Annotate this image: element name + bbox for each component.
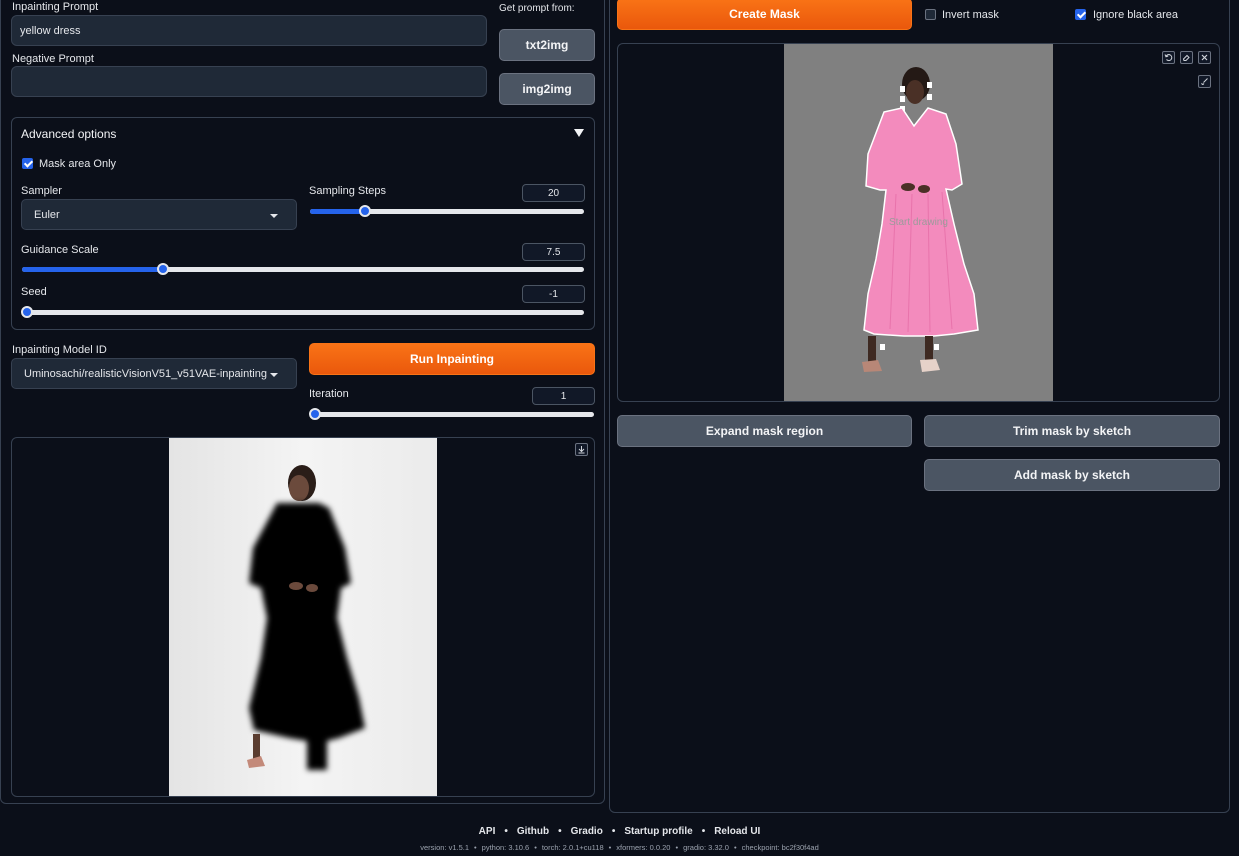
footer-link-gradio[interactable]: Gradio [571,826,603,837]
checkpoint-text: checkpoint: bc2f30f4ad [741,843,819,852]
sampling-steps-slider[interactable] [310,205,584,217]
add-mask-by-sketch-button[interactable]: Add mask by sketch [924,459,1220,491]
guidance-scale-number[interactable]: 7.5 [522,243,585,261]
inpainting-model-value: Uminosachi/realisticVisionV51_v51VAE-inp… [24,367,267,380]
img2img-button[interactable]: img2img [499,73,595,105]
ignore-black-area-checkbox[interactable] [1075,9,1086,20]
guidance-scale-slider[interactable] [22,263,584,275]
footer-links: API • Github • Gradio • Startup profile • Reload… [478,826,761,837]
close-icon[interactable] [1198,51,1211,64]
guidance-scale-thumb[interactable] [156,263,169,275]
iteration-slider[interactable] [309,408,594,420]
iteration-number[interactable]: 1 [532,387,595,405]
advanced-options-title: Advanced options [21,127,117,141]
undo-icon[interactable] [1162,51,1175,64]
seed-number[interactable]: -1 [522,285,585,303]
txt2img-button[interactable]: txt2img [499,29,595,61]
seed-slider[interactable] [21,306,584,318]
negative-prompt-input[interactable] [11,66,487,97]
eraser-icon[interactable] [1180,51,1193,64]
run-inpainting-button[interactable]: Run Inpainting [309,343,595,375]
footer-link-startup-profile[interactable]: Startup profile [624,826,692,837]
canvas-hint-text: Start drawing [889,217,948,228]
sampler-value: Euler [34,208,60,221]
sampling-steps-number[interactable]: 20 [522,184,585,202]
seed-thumb[interactable] [21,306,33,318]
sampling-steps-label: Sampling Steps [309,185,387,197]
footer-link-api[interactable]: API [479,826,496,837]
iteration-label: Iteration [309,388,349,400]
version-text: version: v1.5.1 [420,843,470,852]
mask-area-only-checkbox[interactable] [22,158,33,169]
sampler-dropdown[interactable]: Euler [21,199,297,230]
create-mask-button[interactable]: Create Mask [617,0,912,30]
guidance-scale-fill [22,267,163,272]
gradio-version-text: gradio: 3.32.0 [683,843,729,852]
collapse-triangle-icon[interactable] [574,129,584,137]
download-icon[interactable] [575,443,588,456]
inpainting-prompt-value: yellow dress [20,24,81,37]
seed-label: Seed [21,286,47,298]
footer-link-reload-ui[interactable]: Reload UI [714,826,760,837]
negative-prompt-label: Negative Prompt [12,53,94,65]
chevron-down-icon [270,372,278,377]
expand-mask-region-button[interactable]: Expand mask region [617,415,912,447]
inpainting-prompt-label: Inpainting Prompt [12,1,99,13]
inpainted-output-image [169,438,437,796]
mask-area-only-label: Mask area Only [39,158,117,170]
footer-link-github[interactable]: Github [517,826,549,837]
python-version-text: python: 3.10.6 [481,843,530,852]
iteration-thumb[interactable] [309,408,321,420]
sampler-label: Sampler [21,185,62,197]
invert-mask-checkbox[interactable] [925,9,936,20]
get-prompt-from-label: Get prompt from: [499,3,575,14]
footer-version-info: version: v1.5.1 • python: 3.10.6 • torch: 2.… [420,843,819,852]
ignore-black-area-label: Ignore black area [1093,9,1178,21]
guidance-scale-label: Guidance Scale [21,244,99,256]
inpainting-model-dropdown[interactable]: Uminosachi/realisticVisionV51_v51VAE-inp… [11,358,297,389]
brush-icon[interactable] [1198,75,1211,88]
xformers-version-text: xformers: 0.0.20 [616,843,671,852]
sampling-steps-thumb[interactable] [358,205,371,217]
sampling-steps-fill [310,209,365,214]
inpainting-prompt-input[interactable]: yellow dress [11,15,487,46]
torch-version-text: torch: 2.0.1+cu118 [541,843,604,852]
invert-mask-label: Invert mask [942,9,999,21]
chevron-down-icon [270,213,278,218]
inpainting-model-label: Inpainting Model ID [12,344,107,356]
trim-mask-by-sketch-button[interactable]: Trim mask by sketch [924,415,1220,447]
